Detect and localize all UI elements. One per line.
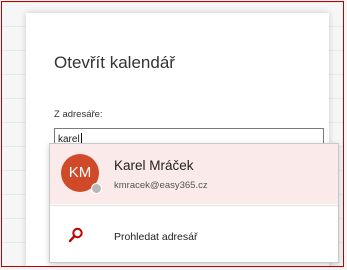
suggestion-dropdown: KM Karel Mráček kmracek@easy365.cz Prohl… bbox=[49, 143, 339, 263]
contact-suggestion[interactable]: KM Karel Mráček kmracek@easy365.cz bbox=[50, 144, 338, 204]
presence-status-icon bbox=[91, 183, 102, 194]
directory-field-label: Z adresáře: bbox=[54, 109, 103, 120]
search-directory-option[interactable]: Prohledat adresář bbox=[50, 224, 338, 254]
divider bbox=[50, 205, 338, 206]
search-icon bbox=[68, 227, 83, 243]
contact-email: kmracek@easy365.cz bbox=[114, 180, 208, 191]
window-frame: Otevřít kalendář Z adresáře: karel KM Ka… bbox=[1, 1, 344, 267]
contact-name: Karel Mráček bbox=[114, 158, 194, 173]
dialog-title: Otevřít kalendář bbox=[54, 53, 175, 72]
search-directory-label: Prohledat adresář bbox=[114, 231, 198, 243]
